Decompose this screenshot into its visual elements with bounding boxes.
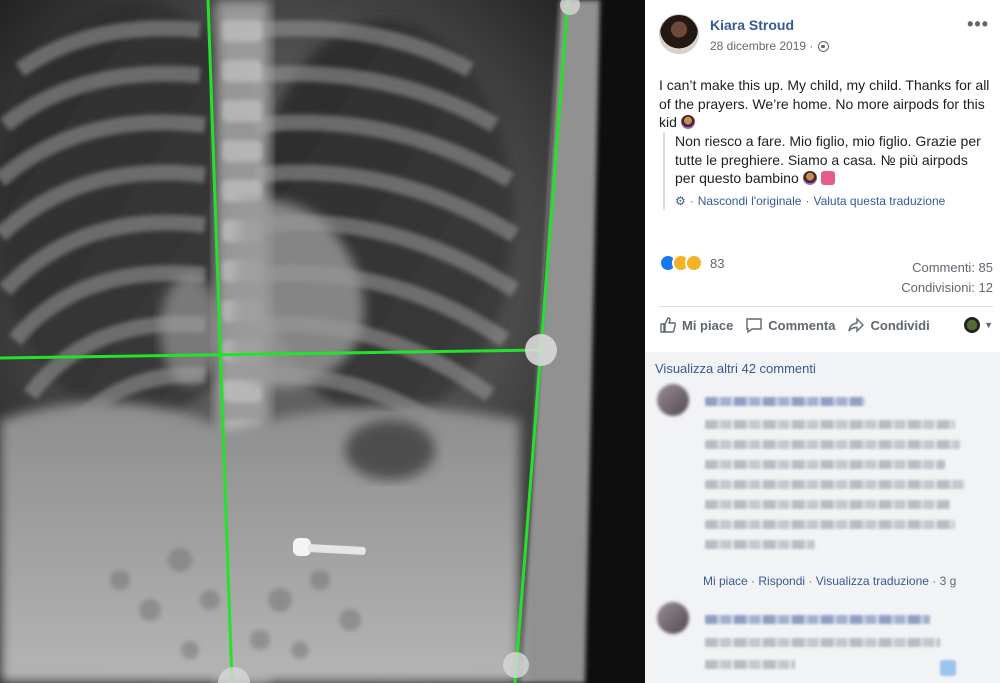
comment-icon (746, 318, 762, 334)
comment-actions: Mi piace · Rispondi · Visualizza traduzi… (703, 574, 957, 588)
comment-bubble (695, 382, 980, 568)
comment-reply-link[interactable]: Rispondi (758, 574, 805, 588)
commenter-name[interactable] (705, 615, 930, 624)
globe-icon (818, 40, 830, 52)
engagement-counts: Commenti: 85 Condivisioni: 12 (901, 258, 993, 298)
share-icon (848, 317, 865, 333)
xray-photo (0, 0, 645, 683)
xray-image (0, 0, 645, 683)
reaction-badge (940, 660, 956, 676)
translation-links: ⚙ · Nascondi l'originale · Valuta questa… (675, 192, 983, 211)
avatar (964, 317, 981, 333)
author-name[interactable]: Kiara Stroud (710, 17, 794, 33)
comment-like-link[interactable]: Mi piace (703, 574, 748, 588)
post-panel: Kiara Stroud 28 dicembre 2019 · ••• I ca… (645, 0, 1000, 683)
commenter-name[interactable] (705, 397, 865, 406)
guide-handle (525, 334, 557, 366)
view-more-comments-link[interactable]: Visualizza altri 42 commenti (655, 361, 816, 376)
divider (659, 306, 993, 307)
post-meta: 28 dicembre 2019 · (710, 39, 830, 53)
share-button[interactable]: Condividi (847, 316, 930, 334)
reaction-count[interactable]: 83 (710, 256, 724, 271)
female-sign-emoji-icon (820, 171, 835, 185)
hide-original-link[interactable]: Nascondi l'originale (698, 192, 802, 211)
shares-count[interactable]: Condivisioni: 12 (901, 278, 993, 298)
gear-icon[interactable]: ⚙ (675, 192, 686, 211)
post-body: I can’t make this up. My child, my child… (659, 76, 994, 132)
haha-reaction-icon (685, 254, 703, 272)
more-options-button[interactable]: ••• (967, 14, 989, 35)
woman-facepalm-emoji-icon (680, 115, 695, 129)
post-text: I can’t make this up. My child, my child… (659, 77, 990, 130)
like-button[interactable]: Mi piace (659, 316, 733, 334)
author-avatar[interactable] (659, 14, 699, 54)
translation-block: Non riesco a fare. Mio figlio, mio figli… (663, 132, 983, 210)
commenter-avatar[interactable] (657, 602, 689, 634)
comment-time[interactable]: 3 g (940, 574, 957, 588)
comments-count[interactable]: Commenti: 85 (901, 258, 993, 278)
post-header: Kiara Stroud 28 dicembre 2019 · ••• (659, 12, 989, 56)
thumbs-up-icon (660, 317, 676, 333)
commenter-avatar[interactable] (657, 384, 689, 416)
post-as-selector[interactable]: ▼ (964, 317, 993, 333)
comment-button[interactable]: Commenta (745, 316, 835, 334)
chevron-down-icon: ▼ (984, 320, 993, 330)
comments-section: Visualizza altri 42 commenti Mi piace · … (645, 352, 1000, 683)
post-actions: Mi piace Commenta Condividi ▼ (659, 316, 993, 334)
comment-translate-link[interactable]: Visualizza traduzione (816, 574, 929, 588)
post-date[interactable]: 28 dicembre 2019 · (710, 39, 813, 53)
rate-translation-link[interactable]: Valuta questa traduzione (813, 192, 945, 211)
woman-facepalm-emoji-icon (802, 171, 817, 185)
comment-bubble (695, 602, 980, 683)
reactions-summary[interactable]: 83 (659, 254, 724, 272)
